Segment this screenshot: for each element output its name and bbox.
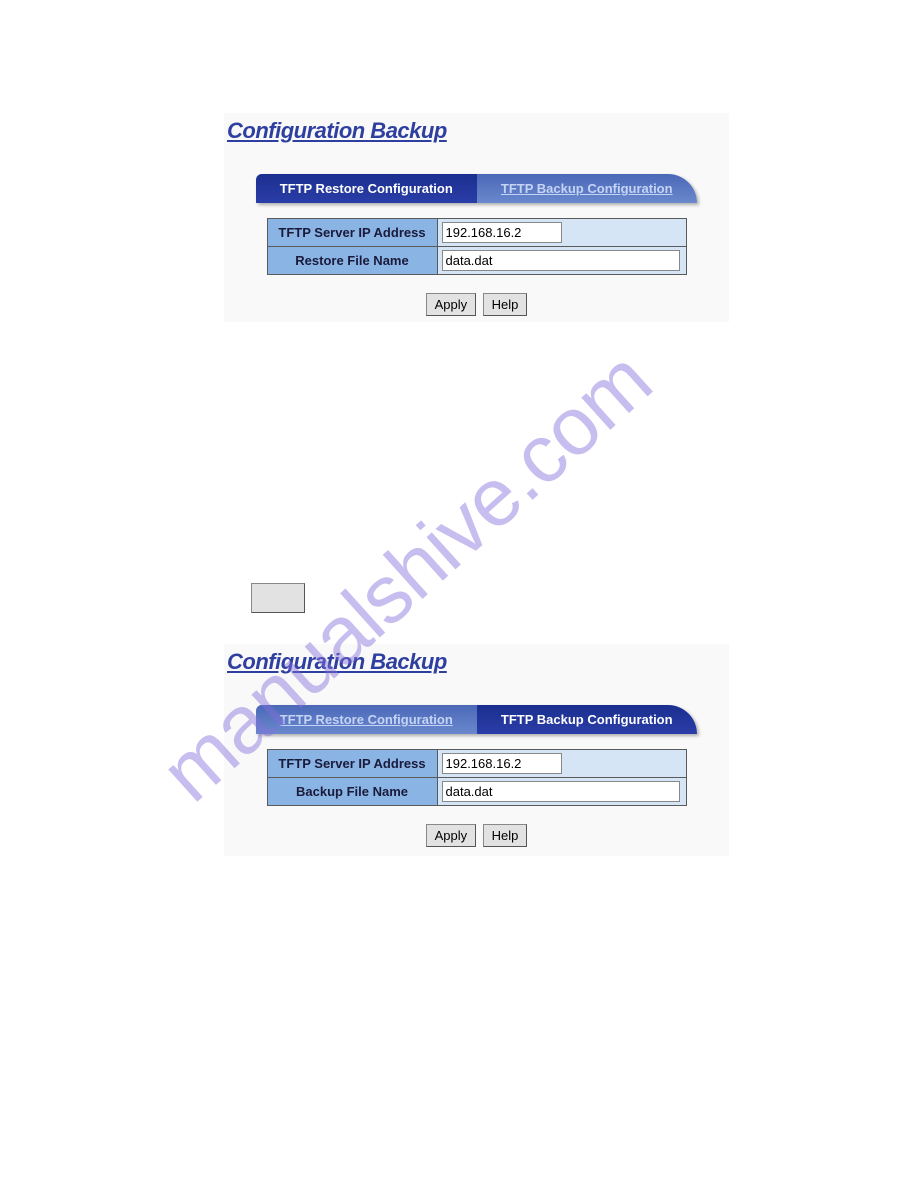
tftp-server-ip-label: TFTP Server IP Address [267, 750, 437, 778]
apply-button[interactable]: Apply [426, 293, 477, 316]
tftp-server-ip-cell [437, 219, 686, 247]
tab-bar: TFTP Restore Configuration TFTP Backup C… [256, 705, 697, 734]
help-button[interactable]: Help [483, 293, 528, 316]
backup-file-name-cell [437, 778, 686, 806]
page-title: Configuration Backup [224, 113, 729, 144]
empty-button[interactable] [251, 583, 305, 613]
config-backup-panel-restore: Configuration Backup TFTP Restore Config… [224, 113, 729, 322]
help-button[interactable]: Help [483, 824, 528, 847]
tab-tftp-restore[interactable]: TFTP Restore Configuration [256, 174, 477, 203]
restore-file-name-input[interactable] [442, 250, 680, 271]
form-table: TFTP Server IP Address Backup File Name [267, 749, 687, 806]
tab-tftp-backup[interactable]: TFTP Backup Configuration [477, 174, 698, 203]
tftp-server-ip-input[interactable] [442, 753, 562, 774]
tftp-server-ip-input[interactable] [442, 222, 562, 243]
tab-bar: TFTP Restore Configuration TFTP Backup C… [256, 174, 697, 203]
tftp-server-ip-cell [437, 750, 686, 778]
page-title: Configuration Backup [224, 644, 729, 675]
config-backup-panel-backup: Configuration Backup TFTP Restore Config… [224, 644, 729, 856]
restore-file-name-cell [437, 247, 686, 275]
form-table: TFTP Server IP Address Restore File Name [267, 218, 687, 275]
button-row: Apply Help [224, 293, 729, 316]
restore-file-name-label: Restore File Name [267, 247, 437, 275]
backup-file-name-input[interactable] [442, 781, 680, 802]
backup-file-name-label: Backup File Name [267, 778, 437, 806]
tab-tftp-restore[interactable]: TFTP Restore Configuration [256, 705, 477, 734]
tftp-server-ip-label: TFTP Server IP Address [267, 219, 437, 247]
tab-tftp-backup[interactable]: TFTP Backup Configuration [477, 705, 698, 734]
apply-button[interactable]: Apply [426, 824, 477, 847]
button-row: Apply Help [224, 824, 729, 847]
